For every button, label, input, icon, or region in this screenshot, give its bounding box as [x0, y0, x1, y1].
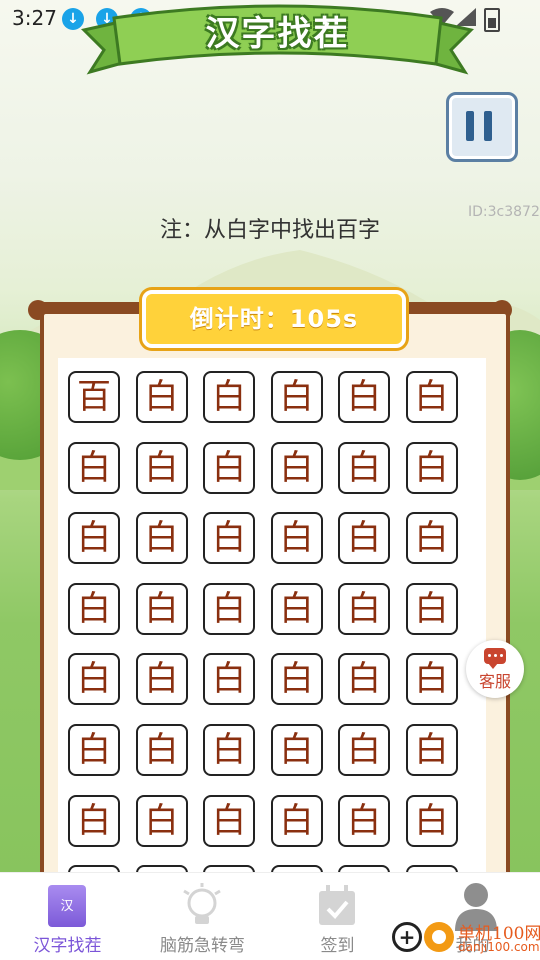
char-cell[interactable]: 白: [405, 865, 458, 872]
char-cell[interactable]: 白: [270, 441, 323, 494]
char-cell[interactable]: 白: [270, 371, 323, 423]
customer-service-label: 客服: [478, 672, 511, 691]
char-cell[interactable]: 白: [135, 441, 188, 494]
char-cell[interactable]: 白: [405, 724, 458, 776]
char-cell[interactable]: 白: [338, 441, 390, 494]
nav-label: 脑筋急转弯: [160, 936, 245, 956]
char-cell[interactable]: 白: [338, 582, 390, 635]
watermark-plus-icon: +: [392, 922, 422, 952]
lightbulb-icon: [183, 883, 221, 924]
char-cell[interactable]: 白: [203, 371, 255, 423]
watermark: + 单机100网 danji100.com: [392, 918, 540, 958]
nav-label: 汉字找茬: [33, 936, 102, 956]
char-cell[interactable]: 白: [68, 582, 120, 635]
char-cell[interactable]: 白: [338, 653, 390, 706]
char-cell[interactable]: 白: [405, 371, 458, 423]
char-cell[interactable]: 白: [203, 653, 255, 706]
char-cell[interactable]: 白: [68, 512, 120, 565]
char-cell[interactable]: 白: [270, 653, 323, 706]
char-cell[interactable]: 白: [135, 794, 188, 847]
nav-label: 签到: [320, 936, 355, 956]
customer-service-button[interactable]: 客服: [466, 640, 524, 698]
char-cell[interactable]: 白: [135, 724, 188, 776]
char-cell[interactable]: 白: [338, 794, 390, 847]
char-cell[interactable]: 白: [405, 653, 458, 706]
nav-item-brain-teaser[interactable]: 脑筋急转弯: [135, 873, 270, 960]
char-cell[interactable]: 白: [203, 441, 255, 494]
watermark-url: danji100.com: [458, 940, 540, 954]
char-cell[interactable]: 白: [338, 371, 390, 423]
nav-item-checkin[interactable]: 签到: [270, 873, 405, 960]
char-cell[interactable]: 白: [203, 512, 255, 565]
character-grid: 百白白白白白白白白白白白白白白白白白白白白白白白白白白白白白白白白白白白白白白白…: [0, 0, 540, 872]
char-cell[interactable]: 白: [338, 724, 390, 776]
char-cell[interactable]: 白: [135, 512, 188, 565]
char-cell[interactable]: 白: [68, 794, 120, 847]
watermark-logo-icon: [424, 922, 454, 952]
char-cell[interactable]: 白: [135, 371, 188, 423]
book-icon: 汉: [48, 885, 86, 927]
chat-bubble-icon: [484, 648, 506, 669]
char-cell[interactable]: 白: [405, 582, 458, 635]
char-cell[interactable]: 白: [203, 582, 255, 635]
char-cell[interactable]: 白: [135, 865, 188, 872]
char-cell[interactable]: 白: [270, 512, 323, 565]
nav-item-hanzi[interactable]: 汉 汉字找茬: [0, 873, 135, 960]
char-cell[interactable]: 白: [405, 512, 458, 565]
char-cell[interactable]: 白: [68, 441, 120, 494]
char-cell[interactable]: 白: [405, 794, 458, 847]
game-screen: 3:27 ↓ ↓ ↓ 汉字找茬 注：从白字中找出百字 ID:3c3872 倒计时…: [0, 0, 540, 960]
char-cell[interactable]: 白: [203, 794, 255, 847]
char-cell[interactable]: 白: [270, 582, 323, 635]
char-cell[interactable]: 白: [68, 865, 120, 872]
char-cell[interactable]: 白: [405, 441, 458, 494]
char-cell[interactable]: 白: [270, 794, 323, 847]
char-cell[interactable]: 白: [203, 724, 255, 776]
char-cell[interactable]: 白: [68, 724, 120, 776]
char-cell[interactable]: 百: [68, 371, 120, 423]
char-cell[interactable]: 白: [203, 865, 255, 872]
char-cell[interactable]: 白: [270, 865, 323, 872]
char-cell[interactable]: 白: [338, 865, 390, 872]
char-cell[interactable]: 白: [338, 512, 390, 565]
char-cell[interactable]: 白: [270, 724, 323, 776]
calendar-check-icon: [319, 885, 355, 925]
book-icon-text: 汉: [60, 899, 74, 914]
char-cell[interactable]: 白: [135, 653, 188, 706]
char-cell[interactable]: 白: [68, 653, 120, 706]
char-cell[interactable]: 白: [135, 582, 188, 635]
